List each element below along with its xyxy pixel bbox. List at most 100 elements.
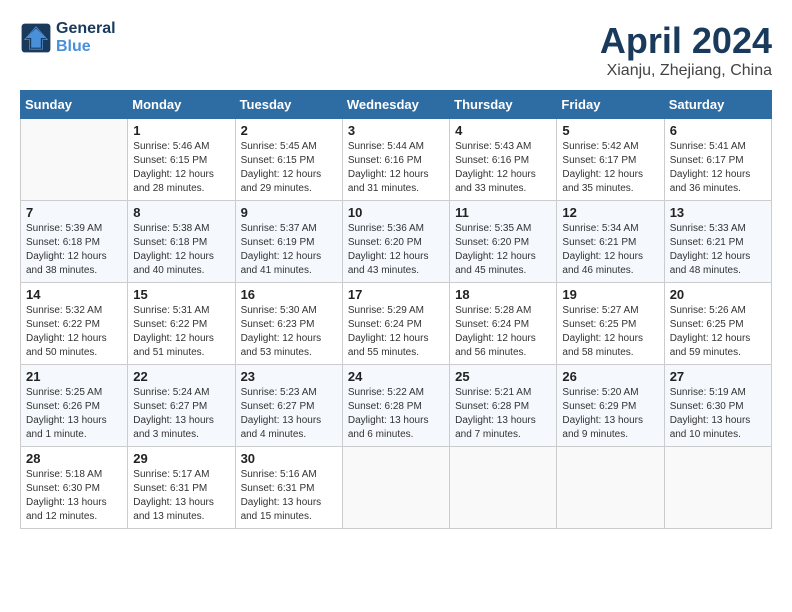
weekday-header-row: SundayMondayTuesdayWednesdayThursdayFrid… — [21, 91, 772, 119]
day-info: Sunrise: 5:21 AMSunset: 6:28 PMDaylight:… — [455, 386, 551, 442]
calendar-cell: 1 Sunrise: 5:46 AMSunset: 6:15 PMDaylight… — [128, 119, 235, 201]
day-info: Sunrise: 5:26 AMSunset: 6:25 PMDaylight:… — [670, 304, 766, 360]
calendar-week-5: 28 Sunrise: 5:18 AMSunset: 6:30 PMDayligh… — [21, 447, 772, 529]
day-number: 4 — [455, 123, 551, 138]
month-title: April 2024 — [600, 20, 772, 62]
day-info: Sunrise: 5:17 AMSunset: 6:31 PMDaylight:… — [133, 468, 229, 524]
calendar-cell: 16 Sunrise: 5:30 AMSunset: 6:23 PMDayligh… — [235, 283, 342, 365]
day-info: Sunrise: 5:24 AMSunset: 6:27 PMDaylight:… — [133, 386, 229, 442]
day-number: 7 — [26, 205, 122, 220]
calendar-cell — [342, 447, 449, 529]
calendar-cell: 6 Sunrise: 5:41 AMSunset: 6:17 PMDaylight… — [664, 119, 771, 201]
day-number: 13 — [670, 205, 766, 220]
day-number: 1 — [133, 123, 229, 138]
calendar-cell: 26 Sunrise: 5:20 AMSunset: 6:29 PMDayligh… — [557, 365, 664, 447]
calendar-table: SundayMondayTuesdayWednesdayThursdayFrid… — [20, 90, 772, 529]
calendar-cell: 24 Sunrise: 5:22 AMSunset: 6:28 PMDayligh… — [342, 365, 449, 447]
day-number: 3 — [348, 123, 444, 138]
calendar-cell: 30Sunrise: 5:16 AMSunset: 6:31 PMDayligh… — [235, 447, 342, 529]
logo-text: General Blue — [56, 20, 116, 56]
calendar-body: 1 Sunrise: 5:46 AMSunset: 6:15 PMDaylight… — [21, 119, 772, 529]
day-info: Sunrise: 5:23 AMSunset: 6:27 PMDaylight:… — [241, 386, 337, 442]
calendar-week-2: 7 Sunrise: 5:39 AMSunset: 6:18 PMDaylight… — [21, 201, 772, 283]
day-info: Sunrise: 5:18 AMSunset: 6:30 PMDaylight:… — [26, 468, 122, 524]
day-number: 26 — [562, 369, 658, 384]
day-info: Sunrise: 5:41 AMSunset: 6:17 PMDaylight:… — [670, 140, 766, 196]
calendar-week-4: 21 Sunrise: 5:25 AMSunset: 6:26 PMDayligh… — [21, 365, 772, 447]
day-info: Sunrise: 5:29 AMSunset: 6:24 PMDaylight:… — [348, 304, 444, 360]
calendar-cell: 5Sunrise: 5:42 AMSunset: 6:17 PMDaylight… — [557, 119, 664, 201]
calendar-cell: 22 Sunrise: 5:24 AMSunset: 6:27 PMDayligh… — [128, 365, 235, 447]
calendar-cell: 25Sunrise: 5:21 AMSunset: 6:28 PMDayligh… — [450, 365, 557, 447]
day-info: Sunrise: 5:19 AMSunset: 6:30 PMDaylight:… — [670, 386, 766, 442]
day-info: Sunrise: 5:35 AMSunset: 6:20 PMDaylight:… — [455, 222, 551, 278]
day-info: Sunrise: 5:46 AMSunset: 6:15 PMDaylight:… — [133, 140, 229, 196]
calendar-cell: 17 Sunrise: 5:29 AMSunset: 6:24 PMDayligh… — [342, 283, 449, 365]
day-info: Sunrise: 5:30 AMSunset: 6:23 PMDaylight:… — [241, 304, 337, 360]
calendar-cell: 21 Sunrise: 5:25 AMSunset: 6:26 PMDayligh… — [21, 365, 128, 447]
weekday-wednesday: Wednesday — [342, 91, 449, 119]
calendar-week-3: 14 Sunrise: 5:32 AMSunset: 6:22 PMDayligh… — [21, 283, 772, 365]
day-number: 27 — [670, 369, 766, 384]
calendar-cell — [21, 119, 128, 201]
title-block: April 2024 Xianju, Zhejiang, China — [600, 20, 772, 80]
day-info: Sunrise: 5:44 AMSunset: 6:16 PMDaylight:… — [348, 140, 444, 196]
day-info: Sunrise: 5:25 AMSunset: 6:26 PMDaylight:… — [26, 386, 122, 442]
weekday-tuesday: Tuesday — [235, 91, 342, 119]
calendar-cell: 9Sunrise: 5:37 AMSunset: 6:19 PMDaylight… — [235, 201, 342, 283]
calendar-cell: 14 Sunrise: 5:32 AMSunset: 6:22 PMDayligh… — [21, 283, 128, 365]
day-info: Sunrise: 5:45 AMSunset: 6:15 PMDaylight:… — [241, 140, 337, 196]
day-info: Sunrise: 5:20 AMSunset: 6:29 PMDaylight:… — [562, 386, 658, 442]
location-title: Xianju, Zhejiang, China — [600, 62, 772, 80]
day-info: Sunrise: 5:28 AMSunset: 6:24 PMDaylight:… — [455, 304, 551, 360]
day-info: Sunrise: 5:34 AMSunset: 6:21 PMDaylight:… — [562, 222, 658, 278]
calendar-cell: 23Sunrise: 5:23 AMSunset: 6:27 PMDayligh… — [235, 365, 342, 447]
day-info: Sunrise: 5:38 AMSunset: 6:18 PMDaylight:… — [133, 222, 229, 278]
weekday-friday: Friday — [557, 91, 664, 119]
day-info: Sunrise: 5:42 AMSunset: 6:17 PMDaylight:… — [562, 140, 658, 196]
day-number: 29 — [133, 451, 229, 466]
calendar-cell: 27 Sunrise: 5:19 AMSunset: 6:30 PMDayligh… — [664, 365, 771, 447]
day-number: 10 — [348, 205, 444, 220]
calendar-cell — [664, 447, 771, 529]
day-info: Sunrise: 5:36 AMSunset: 6:20 PMDaylight:… — [348, 222, 444, 278]
logo-icon — [20, 22, 52, 54]
day-info: Sunrise: 5:32 AMSunset: 6:22 PMDaylight:… — [26, 304, 122, 360]
day-info: Sunrise: 5:31 AMSunset: 6:22 PMDaylight:… — [133, 304, 229, 360]
day-number: 6 — [670, 123, 766, 138]
calendar-cell: 19Sunrise: 5:27 AMSunset: 6:25 PMDayligh… — [557, 283, 664, 365]
calendar-cell: 8 Sunrise: 5:38 AMSunset: 6:18 PMDaylight… — [128, 201, 235, 283]
weekday-thursday: Thursday — [450, 91, 557, 119]
calendar-cell: 15Sunrise: 5:31 AMSunset: 6:22 PMDayligh… — [128, 283, 235, 365]
day-info: Sunrise: 5:43 AMSunset: 6:16 PMDaylight:… — [455, 140, 551, 196]
day-info: Sunrise: 5:16 AMSunset: 6:31 PMDaylight:… — [241, 468, 337, 524]
day-info: Sunrise: 5:33 AMSunset: 6:21 PMDaylight:… — [670, 222, 766, 278]
calendar-cell: 20 Sunrise: 5:26 AMSunset: 6:25 PMDayligh… — [664, 283, 771, 365]
day-info: Sunrise: 5:39 AMSunset: 6:18 PMDaylight:… — [26, 222, 122, 278]
calendar-cell: 2 Sunrise: 5:45 AMSunset: 6:15 PMDaylight… — [235, 119, 342, 201]
day-number: 14 — [26, 287, 122, 302]
calendar-cell — [450, 447, 557, 529]
day-number: 22 — [133, 369, 229, 384]
calendar-cell: 4 Sunrise: 5:43 AMSunset: 6:16 PMDaylight… — [450, 119, 557, 201]
day-number: 18 — [455, 287, 551, 302]
day-number: 8 — [133, 205, 229, 220]
weekday-sunday: Sunday — [21, 91, 128, 119]
day-number: 21 — [26, 369, 122, 384]
day-number: 20 — [670, 287, 766, 302]
calendar-cell: 29 Sunrise: 5:17 AMSunset: 6:31 PMDayligh… — [128, 447, 235, 529]
calendar-cell — [557, 447, 664, 529]
day-number: 17 — [348, 287, 444, 302]
weekday-saturday: Saturday — [664, 91, 771, 119]
day-number: 28 — [26, 451, 122, 466]
calendar-cell: 28 Sunrise: 5:18 AMSunset: 6:30 PMDayligh… — [21, 447, 128, 529]
calendar-cell: 13 Sunrise: 5:33 AMSunset: 6:21 PMDayligh… — [664, 201, 771, 283]
day-number: 12 — [562, 205, 658, 220]
calendar-cell: 10 Sunrise: 5:36 AMSunset: 6:20 PMDayligh… — [342, 201, 449, 283]
day-number: 24 — [348, 369, 444, 384]
day-number: 2 — [241, 123, 337, 138]
calendar-cell: 12 Sunrise: 5:34 AMSunset: 6:21 PMDayligh… — [557, 201, 664, 283]
day-info: Sunrise: 5:27 AMSunset: 6:25 PMDaylight:… — [562, 304, 658, 360]
day-number: 16 — [241, 287, 337, 302]
day-info: Sunrise: 5:22 AMSunset: 6:28 PMDaylight:… — [348, 386, 444, 442]
